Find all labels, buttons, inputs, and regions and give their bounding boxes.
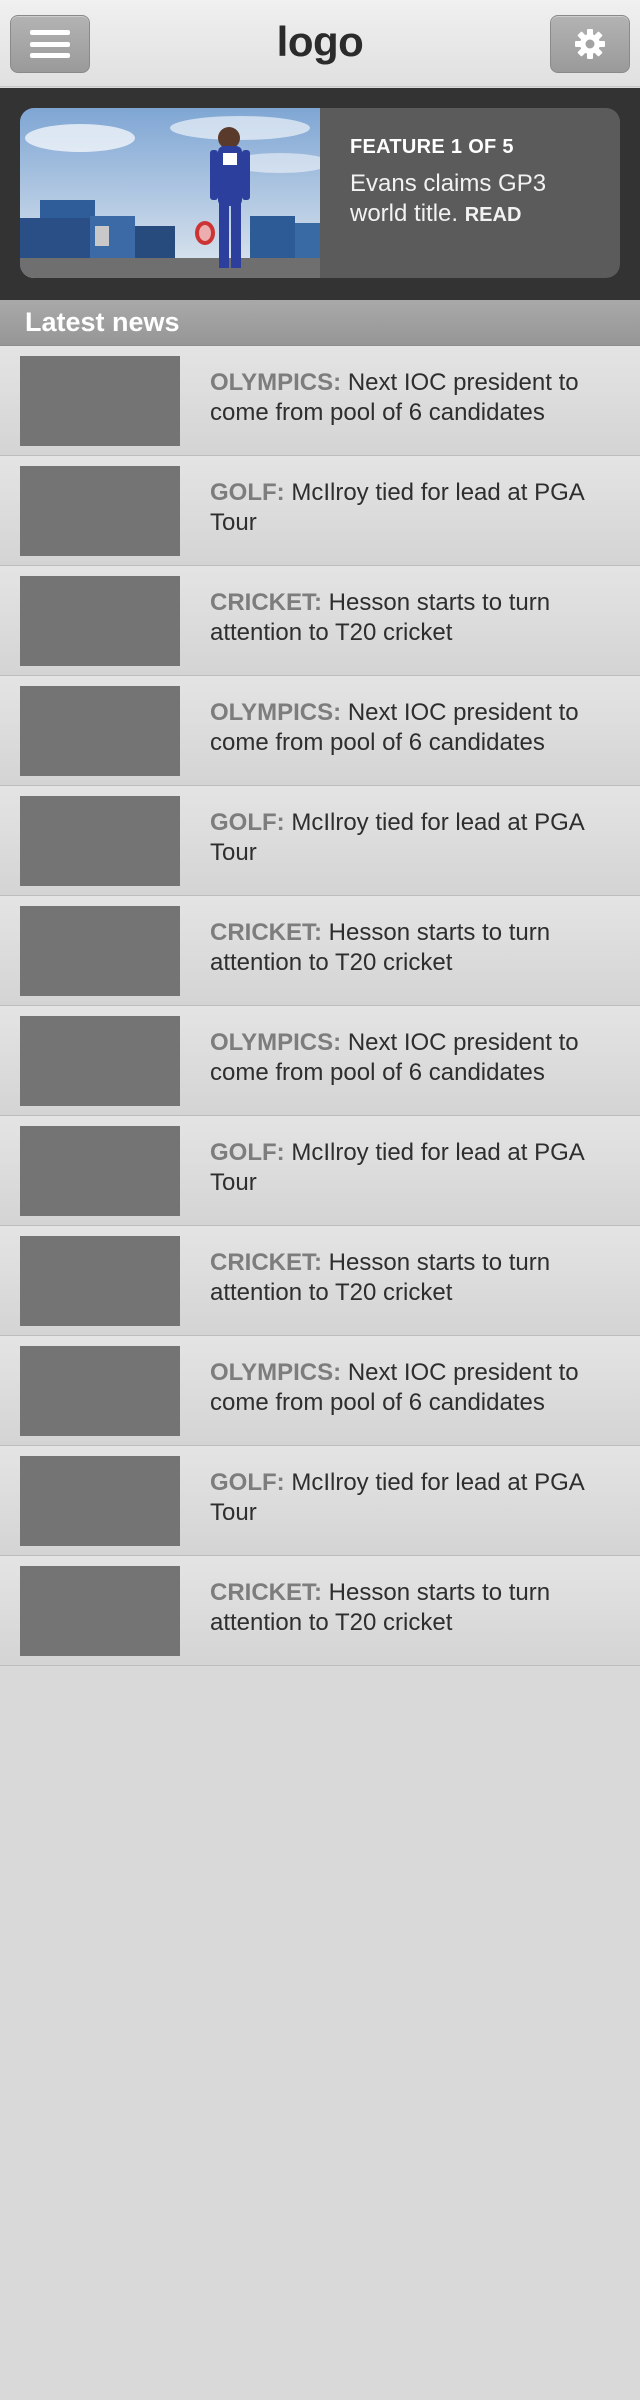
news-category: OLYMPICS:: [210, 1029, 342, 1056]
news-item[interactable]: CRICKET: Hesson starts to turn attention…: [0, 1556, 640, 1666]
news-headline: OLYMPICS: Next IOC president to come fro…: [210, 698, 620, 758]
news-headline: CRICKET: Hesson starts to turn attention…: [210, 1248, 620, 1308]
news-thumbnail: [20, 1236, 180, 1326]
feature-counter: FEATURE 1 OF 5: [350, 136, 514, 158]
news-category: GOLF:: [210, 1139, 285, 1166]
news-thumbnail: [20, 1456, 180, 1546]
latest-news-header: Latest news: [0, 300, 640, 346]
feature-card[interactable]: FEATURE 1 OF 5 Evans claims GP3 world ti…: [20, 108, 620, 278]
news-thumbnail: [20, 1346, 180, 1436]
news-headline: OLYMPICS: Next IOC president to come fro…: [210, 1028, 620, 1088]
news-category: OLYMPICS:: [210, 699, 342, 726]
news-item[interactable]: OLYMPICS: Next IOC president to come fro…: [0, 346, 640, 456]
news-item[interactable]: CRICKET: Hesson starts to turn attention…: [0, 896, 640, 1006]
news-thumbnail: [20, 1126, 180, 1216]
news-item[interactable]: GOLF: McIlroy tied for lead at PGA Tour: [0, 1446, 640, 1556]
news-category: OLYMPICS:: [210, 369, 342, 396]
news-item[interactable]: CRICKET: Hesson starts to turn attention…: [0, 1226, 640, 1336]
gear-icon: [575, 29, 605, 59]
news-headline: GOLF: McIlroy tied for lead at PGA Tour: [210, 1138, 620, 1198]
news-thumbnail: [20, 686, 180, 776]
news-item[interactable]: CRICKET: Hesson starts to turn attention…: [0, 566, 640, 676]
news-headline: GOLF: McIlroy tied for lead at PGA Tour: [210, 1468, 620, 1528]
news-thumbnail: [20, 1566, 180, 1656]
top-header: logo: [0, 0, 640, 87]
feature-text: FEATURE 1 OF 5 Evans claims GP3 world ti…: [350, 136, 610, 230]
news-category: GOLF:: [210, 1469, 285, 1496]
news-thumbnail: [20, 356, 180, 446]
settings-button[interactable]: [550, 15, 630, 73]
news-item[interactable]: OLYMPICS: Next IOC president to come fro…: [0, 1336, 640, 1446]
news-item[interactable]: GOLF: McIlroy tied for lead at PGA Tour: [0, 456, 640, 566]
news-headline: GOLF: McIlroy tied for lead at PGA Tour: [210, 478, 620, 538]
news-item[interactable]: GOLF: McIlroy tied for lead at PGA Tour: [0, 1116, 640, 1226]
news-headline: GOLF: McIlroy tied for lead at PGA Tour: [210, 808, 620, 868]
app-screen: logo FEATURE 1 OF 5 Evans claims GP3 wor…: [0, 0, 640, 2400]
news-headline: CRICKET: Hesson starts to turn attention…: [210, 1578, 620, 1638]
read-link[interactable]: READ: [465, 204, 522, 226]
news-thumbnail: [20, 906, 180, 996]
section-title: Latest news: [25, 307, 180, 337]
news-list: OLYMPICS: Next IOC president to come fro…: [0, 346, 640, 1666]
feature-image: [20, 108, 320, 278]
news-category: CRICKET:: [210, 1579, 322, 1606]
news-thumbnail: [20, 1016, 180, 1106]
news-thumbnail: [20, 576, 180, 666]
news-item[interactable]: OLYMPICS: Next IOC president to come fro…: [0, 1006, 640, 1116]
news-headline: CRICKET: Hesson starts to turn attention…: [210, 918, 620, 978]
news-category: CRICKET:: [210, 1249, 322, 1276]
news-thumbnail: [20, 466, 180, 556]
feature-carousel: FEATURE 1 OF 5 Evans claims GP3 world ti…: [0, 88, 640, 300]
news-category: GOLF:: [210, 809, 285, 836]
news-item[interactable]: OLYMPICS: Next IOC president to come fro…: [0, 676, 640, 786]
news-category: CRICKET:: [210, 919, 322, 946]
news-category: OLYMPICS:: [210, 1359, 342, 1386]
news-item[interactable]: GOLF: McIlroy tied for lead at PGA Tour: [0, 786, 640, 896]
logo: logo: [276, 18, 364, 65]
news-headline: OLYMPICS: Next IOC president to come fro…: [210, 368, 620, 428]
news-headline: OLYMPICS: Next IOC president to come fro…: [210, 1358, 620, 1418]
news-headline: CRICKET: Hesson starts to turn attention…: [210, 588, 620, 648]
news-thumbnail: [20, 796, 180, 886]
news-category: GOLF:: [210, 479, 285, 506]
feature-headline: Evans claims GP3 world title. READ: [350, 169, 610, 230]
news-category: CRICKET:: [210, 589, 322, 616]
